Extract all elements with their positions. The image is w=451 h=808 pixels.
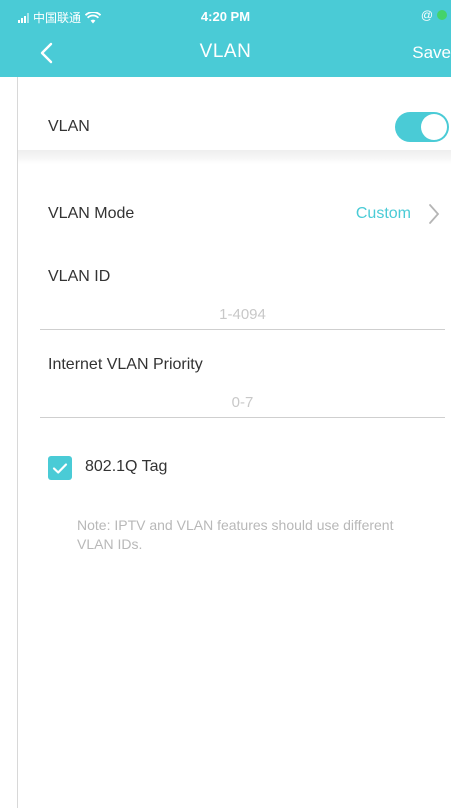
chevron-right-icon[interactable] [428,203,440,225]
tag-label: 802.1Q Tag [85,458,168,475]
priority-input[interactable] [40,388,445,418]
note-text: Note: IPTV and VLAN features should use … [77,517,394,552]
priority-label: Internet VLAN Priority [48,356,203,373]
vlan-toggle-label: VLAN [48,118,90,135]
vlan-id-input[interactable] [40,300,445,330]
page-title: VLAN [199,41,252,62]
status-bar: 中国联通 4:20 PM @ [0,0,451,30]
vlan-mode-value[interactable]: Custom [356,205,411,223]
orientation-lock-icon: @ [420,8,433,22]
app-header: 中国联通 4:20 PM @ VLAN Save [0,0,451,77]
checkmark-icon [52,463,68,474]
status-time: 4:20 PM [200,9,251,24]
vlan-toggle[interactable] [395,112,449,142]
section-separator [18,150,451,164]
left-divider [17,77,18,808]
status-right: @ [421,8,447,22]
vlan-id-label: VLAN ID [48,268,111,285]
battery-icon [437,10,447,20]
vlan-mode-label: VLAN Mode [48,205,135,222]
tag-checkbox[interactable] [48,456,72,480]
save-button[interactable]: Save [412,43,451,63]
toggle-knob [421,114,447,140]
